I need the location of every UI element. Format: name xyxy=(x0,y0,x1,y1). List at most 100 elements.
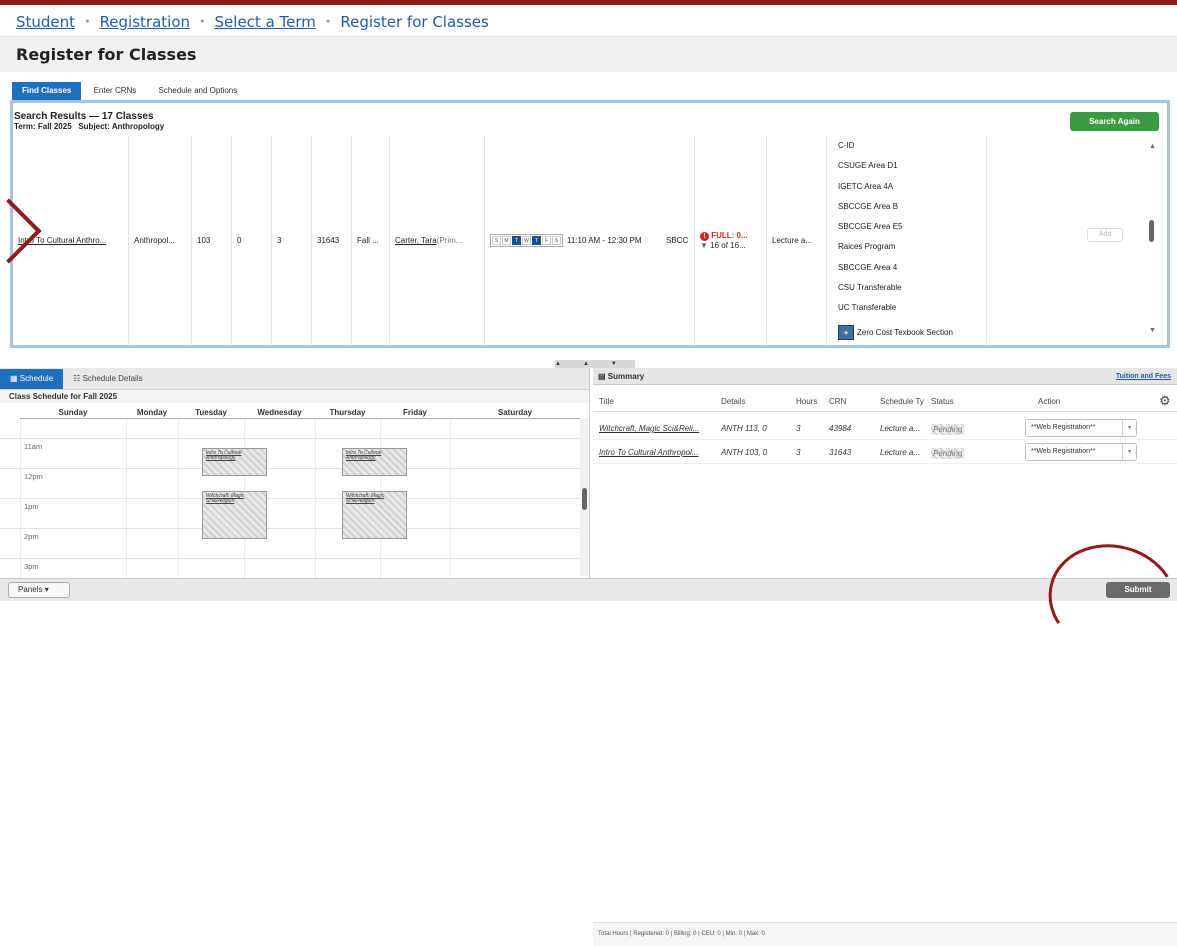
day-header: Thursday xyxy=(315,406,380,419)
attribute-item: UC Transferable xyxy=(838,303,897,313)
summary-row: Intro To Cultural Anthropol... ANTH 103, … xyxy=(593,440,1177,464)
waitlist-icon: ▼ xyxy=(700,241,708,250)
schedule-block[interactable]: Intro To Cultural Anthropology xyxy=(202,448,267,476)
summary-type: Lecture a... xyxy=(880,448,921,457)
course-number-cell: 103 xyxy=(192,135,232,346)
col-title: Title xyxy=(599,397,614,406)
breadcrumb-student[interactable]: Student xyxy=(16,13,75,31)
scrollbar-thumb[interactable] xyxy=(1149,220,1154,242)
summary-details: ANTH 103, 0 xyxy=(721,448,768,457)
day-header: Saturday xyxy=(450,406,580,419)
summary-icon: ▤ xyxy=(598,372,606,381)
hour-row: 1pm xyxy=(0,498,580,528)
schedule-type-cell: Lecture a... xyxy=(767,135,827,346)
day-box: T xyxy=(512,236,521,245)
results-header: Search Results — 17 Classes Term: Fall 2… xyxy=(14,112,164,132)
crn-cell: 31643 xyxy=(312,135,352,346)
col-action: Action xyxy=(1038,397,1061,406)
schedule-tabs: ▦ Schedule ☷ Schedule Details xyxy=(0,368,589,390)
results-title: Search Results — 17 Classes xyxy=(14,111,154,122)
meeting-days: SMTWTFS xyxy=(490,234,563,247)
instructor-cell: Carter, Tara (Prim... xyxy=(390,135,485,346)
subject-cell: Anthropol... xyxy=(129,135,192,346)
tab-enter-crns[interactable]: Enter CRNs xyxy=(84,82,147,100)
instructor-link[interactable]: Carter, Tara xyxy=(395,236,437,245)
summary-title-link[interactable]: Witchcraft, Magic Sci&Reli... xyxy=(599,424,699,433)
add-button[interactable]: Add xyxy=(1087,228,1123,242)
day-box: W xyxy=(522,236,531,245)
summary-type: Lecture a... xyxy=(880,424,921,433)
status-badge: Pending xyxy=(931,448,965,459)
hour-row: 12pm xyxy=(0,468,580,498)
summary-header: ▤ Summary Tuition and Fees xyxy=(593,368,1177,385)
summary-title: Summary xyxy=(607,372,645,381)
scroll-up-icon[interactable]: ▲ xyxy=(1149,143,1156,150)
tab-schedule-options[interactable]: Schedule and Options xyxy=(149,82,248,100)
schedule-block[interactable]: Witchcraft, Magic Sci&Religion xyxy=(202,491,267,539)
breadcrumb-registration[interactable]: Registration xyxy=(100,13,190,31)
section-cell: 0 xyxy=(232,135,272,346)
chevron-down-icon: ▾ xyxy=(1122,420,1136,436)
attribute-item: Raices Program xyxy=(838,242,896,252)
attribute-item: ✦ Zero Cost Texbook Section xyxy=(838,323,988,343)
panels-button[interactable]: Panels ▾ xyxy=(8,582,70,598)
waitlist-status: ▼ 16 of 16... xyxy=(700,241,746,250)
tab-schedule-details[interactable]: ☷ Schedule Details xyxy=(63,369,152,389)
results-subject: Subject: Anthropology xyxy=(78,122,165,131)
attribute-item: CSUGE Area D1 xyxy=(838,161,898,171)
summary-title-link[interactable]: Intro To Cultural Anthropol... xyxy=(599,448,698,457)
bottom-bar xyxy=(0,578,1177,601)
attribute-item: SBCCGE Area 4 xyxy=(838,262,898,272)
summary-crn: 31643 xyxy=(829,448,852,457)
schedule-block[interactable]: Intro To Cultural Anthropology xyxy=(342,448,407,476)
tab-schedule[interactable]: ▦ Schedule xyxy=(0,369,64,389)
day-box: S xyxy=(552,236,561,245)
zero-cost-textbook-icon: ✦ xyxy=(838,325,854,341)
chevron-down-icon: ▾ xyxy=(44,585,49,594)
main-tabs: Find Classes Enter CRNs Schedule and Opt… xyxy=(12,82,247,100)
status-full: ! FULL: 0... xyxy=(700,231,748,241)
attribute-item: IGETC Area 4A xyxy=(838,181,894,191)
summary-hours: 3 xyxy=(796,424,801,433)
search-again-button[interactable]: Search Again xyxy=(1070,112,1159,131)
alert-icon: ! xyxy=(700,232,709,241)
term-cell: Fall ... xyxy=(352,135,390,346)
scroll-down-icon[interactable]: ▼ xyxy=(1149,327,1156,334)
status-badge: Pending xyxy=(931,424,965,435)
col-status: Status xyxy=(931,397,954,406)
action-select[interactable]: **Web Registration** ▾ xyxy=(1025,419,1137,437)
instructor-suffix: (Prim... xyxy=(436,236,463,245)
tab-find-classes[interactable]: Find Classes xyxy=(12,82,82,100)
panel-resize-handles[interactable]: ▲▲▼ xyxy=(555,360,635,368)
tuition-fees-link[interactable]: Tuition and Fees xyxy=(1116,368,1171,385)
chevron-down-icon: ▾ xyxy=(1122,444,1136,460)
attribute-item: SBCCGE Area E5 xyxy=(838,222,903,232)
results-term: Term: Fall 2025 xyxy=(14,122,72,131)
action-select[interactable]: **Web Registration** ▾ xyxy=(1025,443,1137,461)
scrollbar-thumb[interactable] xyxy=(582,488,587,510)
col-hours: Hours xyxy=(796,397,818,406)
day-box: T xyxy=(532,236,541,245)
day-header: Tuesday xyxy=(178,406,244,419)
day-box: M xyxy=(502,236,511,245)
summary-details: ANTH 113, 0 xyxy=(721,424,767,433)
hours-cell: 3 xyxy=(272,135,312,346)
attribute-list: C-ID CSUGE Area D1 IGETC Area 4A SBCCGE Are… xyxy=(838,140,988,343)
hour-row: 11am xyxy=(0,438,580,468)
summary-columns: Title Details Hours CRN Schedule Ty Stat… xyxy=(593,390,1177,412)
day-header: Monday xyxy=(126,406,178,419)
status-cell: ! FULL: 0... ▼ 16 of 16... xyxy=(695,135,767,346)
meeting-time: 11:10 AM - 12:30 PM xyxy=(567,236,642,245)
schedule-block[interactable]: Witchcraft, Magic Sci&Religion xyxy=(342,491,407,539)
schedule-scrollbar[interactable] xyxy=(580,418,589,576)
calendar-icon: ▦ xyxy=(10,374,18,383)
gear-icon[interactable]: ⚙ xyxy=(1159,393,1171,409)
col-details: Details xyxy=(721,397,746,406)
results-scrollbar[interactable]: ▲ ▼ xyxy=(1144,135,1162,343)
day-header: Sunday xyxy=(20,406,126,419)
breadcrumb-select-term[interactable]: Select a Term xyxy=(215,13,316,31)
hour-row: 2pm xyxy=(0,528,580,558)
attribute-item: CSU Transferable xyxy=(838,283,902,293)
list-icon: ☷ xyxy=(73,374,81,383)
day-box: F xyxy=(542,236,551,245)
